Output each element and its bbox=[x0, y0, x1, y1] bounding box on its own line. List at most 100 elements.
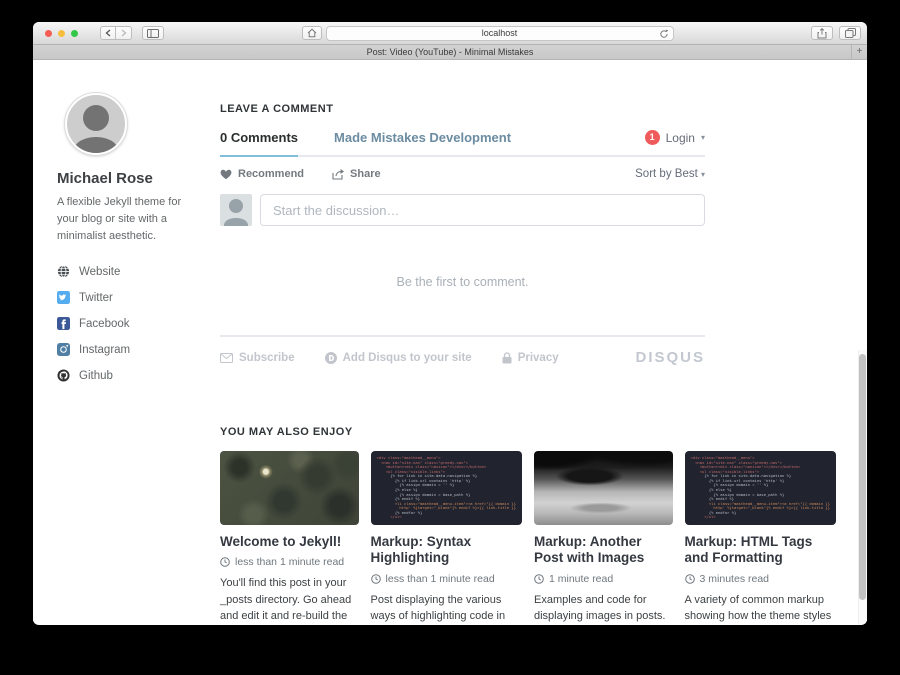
browser-toolbar: localhost bbox=[33, 22, 867, 45]
tab-bar: Post: Video (YouTube) - Minimal Mistakes… bbox=[33, 45, 867, 60]
author-name: Michael Rose bbox=[57, 170, 220, 187]
globe-icon bbox=[57, 265, 70, 278]
comments-heading: LEAVE A COMMENT bbox=[220, 103, 705, 115]
subscribe-label: Subscribe bbox=[239, 352, 295, 364]
comment-form bbox=[220, 194, 705, 226]
zoom-window-button[interactable] bbox=[71, 30, 78, 37]
twitter-icon bbox=[57, 291, 70, 304]
post-excerpt: Post displaying the various ways of high… bbox=[371, 592, 522, 624]
back-button[interactable] bbox=[100, 26, 116, 40]
link-label: Instagram bbox=[79, 344, 130, 356]
home-icon bbox=[307, 28, 317, 38]
sort-menu[interactable]: Sort by Best ▾ bbox=[635, 168, 705, 180]
show-tabs-button[interactable] bbox=[839, 26, 861, 40]
forward-button[interactable] bbox=[116, 26, 132, 40]
privacy-label: Privacy bbox=[518, 352, 559, 364]
chevron-down-icon: ▾ bbox=[701, 133, 705, 142]
post-title[interactable]: Welcome to Jekyll! bbox=[220, 534, 359, 550]
sort-label: Sort by Best bbox=[635, 168, 698, 180]
window-controls bbox=[45, 30, 78, 37]
home-button[interactable] bbox=[302, 26, 322, 40]
chevron-left-icon bbox=[105, 29, 111, 37]
subscribe-button[interactable]: Subscribe bbox=[220, 352, 295, 364]
disqus-logo[interactable]: DISQUS bbox=[635, 349, 705, 366]
share-icon bbox=[817, 28, 827, 39]
heart-icon bbox=[220, 169, 232, 180]
add-disqus-label: Add Disqus to your site bbox=[343, 352, 472, 364]
related-card[interactable]: <div class="masthead__menu"> <nav id="si… bbox=[371, 451, 522, 624]
clock-icon bbox=[685, 574, 695, 584]
related-card[interactable]: Markup: Another Post with Images 1 minut… bbox=[534, 451, 673, 624]
active-tab[interactable]: Post: Video (YouTube) - Minimal Mistakes bbox=[33, 47, 867, 57]
link-label: Website bbox=[79, 266, 120, 278]
related-card[interactable]: <div class="masthead__menu"> <nav id="si… bbox=[685, 451, 836, 624]
sidebar-item-github[interactable]: Github bbox=[57, 369, 220, 382]
recommend-label: Recommend bbox=[238, 168, 304, 180]
login-label: Login bbox=[666, 131, 695, 145]
sidebar-icon bbox=[147, 29, 159, 38]
related-grid: Welcome to Jekyll! less than 1 minute re… bbox=[220, 451, 836, 624]
tabs-icon bbox=[845, 28, 856, 38]
instagram-icon bbox=[57, 343, 70, 356]
read-time: less than 1 minute read bbox=[386, 573, 495, 585]
post-excerpt: You'll find this post in your _posts dir… bbox=[220, 575, 359, 624]
author-links: Website Twitter Facebook bbox=[57, 265, 220, 382]
sidebar-item-facebook[interactable]: Facebook bbox=[57, 317, 220, 330]
sidebar-item-website[interactable]: Website bbox=[57, 265, 220, 278]
tab-comments[interactable]: 0 Comments bbox=[220, 130, 298, 145]
read-time: 3 minutes read bbox=[700, 573, 769, 585]
disqus-d-icon bbox=[325, 352, 337, 364]
post-thumbnail-green-macro[interactable] bbox=[220, 451, 359, 525]
chevron-right-icon bbox=[121, 29, 127, 37]
post-thumbnail-foggy-tree[interactable] bbox=[534, 451, 673, 525]
related-heading: YOU MAY ALSO ENJOY bbox=[220, 426, 836, 438]
new-tab-button[interactable]: + bbox=[851, 45, 867, 59]
clock-icon bbox=[371, 574, 381, 584]
envelope-icon bbox=[220, 353, 233, 363]
post-excerpt: Examples and code for displaying images … bbox=[534, 592, 673, 624]
clock-icon bbox=[220, 557, 230, 567]
post-title[interactable]: Markup: Syntax Highlighting bbox=[371, 534, 522, 566]
close-window-button[interactable] bbox=[45, 30, 52, 37]
scrollbar-thumb[interactable] bbox=[859, 354, 866, 600]
author-bio: A flexible Jekyll theme for your blog or… bbox=[57, 194, 182, 245]
lock-icon bbox=[502, 352, 512, 364]
url-text: localhost bbox=[327, 28, 673, 38]
link-label: Facebook bbox=[79, 318, 130, 330]
chevron-down-icon: ▾ bbox=[701, 170, 705, 179]
add-disqus-link[interactable]: Add Disqus to your site bbox=[325, 352, 472, 364]
scrollbar-track[interactable] bbox=[858, 350, 867, 624]
share-label: Share bbox=[350, 168, 381, 180]
post-thumbnail-code[interactable]: <div class="masthead__menu"> <nav id="si… bbox=[685, 451, 836, 525]
post-title[interactable]: Markup: Another Post with Images bbox=[534, 534, 673, 566]
post-title[interactable]: Markup: HTML Tags and Formatting bbox=[685, 534, 836, 566]
minimize-window-button[interactable] bbox=[58, 30, 65, 37]
reload-button[interactable] bbox=[659, 29, 669, 39]
comment-input[interactable] bbox=[260, 194, 705, 226]
comments-section: LEAVE A COMMENT 0 Comments Made Mistakes… bbox=[220, 93, 705, 395]
sidebar-toggle-button[interactable] bbox=[142, 26, 164, 40]
address-bar[interactable]: localhost bbox=[326, 26, 674, 41]
github-icon bbox=[57, 369, 70, 382]
recommend-button[interactable]: Recommend bbox=[220, 168, 304, 180]
related-posts-section: YOU MAY ALSO ENJOY Welcome to Jekyll! le… bbox=[220, 426, 836, 624]
forum-link[interactable]: Made Mistakes Development bbox=[334, 130, 511, 145]
read-time: 1 minute read bbox=[549, 573, 613, 585]
sidebar-item-instagram[interactable]: Instagram bbox=[57, 343, 220, 356]
disqus-header: 0 Comments Made Mistakes Development 1 L… bbox=[220, 130, 705, 157]
disqus-footer: Subscribe Add Disqus to your site Privac… bbox=[220, 335, 705, 366]
share-arrow-icon bbox=[332, 168, 344, 180]
link-label: Github bbox=[79, 370, 113, 382]
login-menu[interactable]: 1 Login ▾ bbox=[645, 130, 705, 145]
post-thumbnail-code[interactable]: <div class="masthead__menu"> <nav id="si… bbox=[371, 451, 522, 525]
browser-window: localhost Post: Video (YouTube) - Minima… bbox=[33, 22, 867, 625]
privacy-link[interactable]: Privacy bbox=[502, 352, 559, 364]
empty-state-message: Be the first to comment. bbox=[220, 275, 705, 289]
share-button[interactable] bbox=[811, 26, 833, 40]
share-thread-button[interactable]: Share bbox=[332, 168, 381, 180]
related-card[interactable]: Welcome to Jekyll! less than 1 minute re… bbox=[220, 451, 359, 624]
facebook-icon bbox=[57, 317, 70, 330]
author-profile: Michael Rose A flexible Jekyll theme for… bbox=[57, 93, 220, 395]
sidebar-item-twitter[interactable]: Twitter bbox=[57, 291, 220, 304]
page-content: Michael Rose A flexible Jekyll theme for… bbox=[33, 60, 867, 624]
